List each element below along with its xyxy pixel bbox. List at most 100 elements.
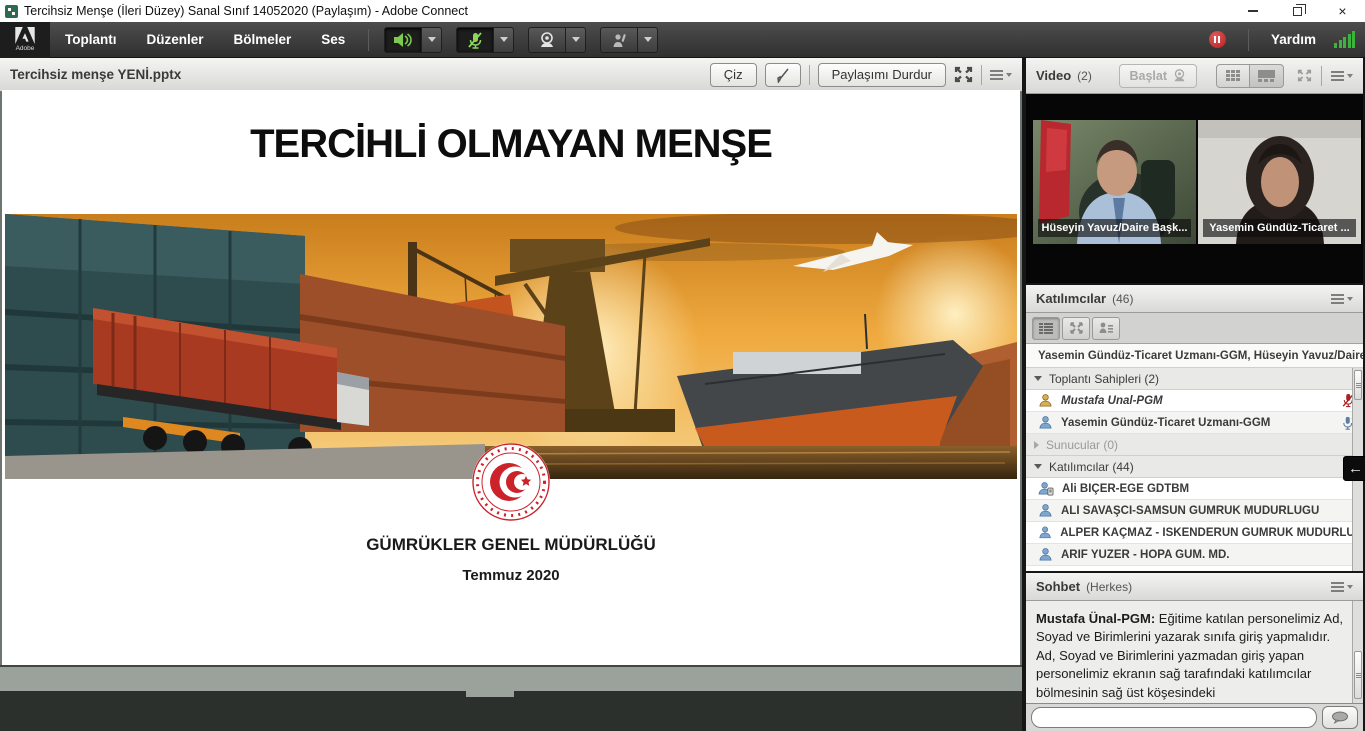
chat-bubble-icon: [1331, 711, 1349, 724]
fullscreen-icon[interactable]: [1297, 69, 1312, 82]
attendee-row[interactable]: ALPER KAÇMAZ - İSKENDERUN GÜMRÜK MÜDÜRLÜ…: [1026, 522, 1363, 544]
scrollbar-thumb[interactable]: [1354, 370, 1362, 400]
window-title: Tercihsiz Menşe (İleri Düzey) Sanal Sını…: [24, 4, 468, 18]
webcam-dropdown[interactable]: [566, 27, 586, 53]
share-pod-bottom-edge: [0, 691, 1022, 731]
recording-paused-indicator[interactable]: [1209, 31, 1226, 48]
microphone-muted-button[interactable]: [456, 27, 494, 53]
filmstrip-view-button[interactable]: [1250, 64, 1284, 88]
status-dropdown[interactable]: [638, 27, 658, 53]
start-webcam-label: Başlat: [1129, 69, 1167, 83]
minimize-icon: [1248, 10, 1258, 12]
webcam-icon: [538, 32, 556, 48]
close-icon: ×: [1338, 4, 1346, 18]
list-view-icon: [1039, 323, 1053, 334]
group-hosts[interactable]: Toplantı Sahipleri (2): [1026, 368, 1363, 390]
minimize-button[interactable]: [1230, 0, 1275, 22]
chat-scope: (Herkes): [1086, 580, 1132, 594]
connection-signal-icon[interactable]: [1334, 31, 1355, 48]
group-participants[interactable]: Katılımcılar (44): [1026, 456, 1363, 478]
toolbar-separator: [1321, 66, 1322, 86]
attendees-pod: Katılımcılar (46): [1026, 285, 1363, 571]
port-photo: [5, 214, 1017, 479]
menu-ses[interactable]: Ses: [306, 22, 360, 58]
speaker-button[interactable]: [384, 27, 422, 53]
chevron-down-icon: [644, 37, 652, 42]
webcam-button[interactable]: [528, 27, 566, 53]
pod-menu-icon: [1331, 294, 1344, 304]
chevron-down-icon: [572, 37, 580, 42]
attendees-toolbar: [1026, 313, 1363, 344]
menu-toplanti[interactable]: Toplantı: [50, 22, 132, 58]
chevron-down-icon: [1347, 585, 1353, 589]
attendee-name: Mustafa Ünal-PGM: [1061, 395, 1163, 407]
attendees-pod-title: Katılımcılar: [1036, 291, 1106, 306]
grid-view-icon: [1226, 70, 1241, 81]
participant-avatar-icon: [1038, 547, 1053, 562]
webcam-name-label: Hüseyin Yavuz/Daire Başk...: [1038, 219, 1191, 237]
grid-view-button[interactable]: [1216, 64, 1250, 88]
chat-send-button[interactable]: [1322, 706, 1358, 729]
start-webcam-button[interactable]: Başlat: [1119, 64, 1197, 88]
grip-icon: [1356, 673, 1361, 678]
fullscreen-button[interactable]: [954, 66, 973, 83]
share-document-title: Tercihsiz menşe YENİ.pptx: [10, 67, 181, 82]
attendees-pod-menu-button[interactable]: [1331, 294, 1353, 304]
breakout-view-button[interactable]: [1062, 317, 1090, 340]
status-button-group: [600, 27, 658, 53]
chat-messages: Mustafa Ünal-PGM: Eğitime katılan person…: [1026, 601, 1363, 703]
webcam-icon: [1172, 69, 1187, 82]
slide-date: Temmuz 2020: [2, 567, 1020, 584]
maximize-icon: [1293, 7, 1302, 16]
stop-sharing-button[interactable]: Paylaşımı Durdur: [818, 63, 946, 87]
menu-duzenler[interactable]: Düzenler: [132, 22, 219, 58]
pointer-button[interactable]: [765, 63, 801, 87]
speaker-icon: [393, 32, 413, 48]
chat-input[interactable]: [1031, 707, 1317, 728]
chat-scrollbar[interactable]: [1352, 601, 1363, 703]
attendees-pod-header: Katılımcılar (46): [1026, 285, 1363, 313]
attendee-list-view-button[interactable]: [1032, 317, 1060, 340]
presentation-slide: TERCİHLİ OLMAYAN MENŞE: [2, 90, 1020, 665]
maximize-button[interactable]: [1275, 0, 1320, 22]
chat-pod-title: Sohbet: [1036, 579, 1080, 594]
attendee-name: ALİ SAVAŞCI-SAMSUN GÜMRÜK MÜDÜRLÜĞÜ: [1061, 505, 1319, 517]
active-speakers-row: Yasemin Gündüz-Ticaret Uzmanı-GGM, Hüsey…: [1026, 344, 1363, 368]
chevron-down-icon: [1006, 73, 1012, 77]
video-pod-menu-button[interactable]: [1331, 71, 1353, 81]
webcam-feed-huseyin[interactable]: Hüseyin Yavuz/Daire Başk...: [1033, 120, 1196, 244]
participant-avatar-icon: [1038, 503, 1053, 518]
pod-menu-button[interactable]: [990, 70, 1012, 80]
grip-icon: [1356, 383, 1361, 388]
scrollbar-thumb[interactable]: [1354, 651, 1362, 699]
attendee-row[interactable]: Ali BİÇER-EGE GDTBM: [1026, 478, 1363, 500]
attendee-row[interactable]: Yasemin Gündüz-Ticaret Uzmanı-GGM: [1026, 412, 1363, 434]
menu-bolmeler[interactable]: Bölmeler: [219, 22, 307, 58]
speaker-dropdown[interactable]: [422, 27, 442, 53]
group-label: Sunucular (0): [1046, 438, 1118, 452]
raise-hand-button[interactable]: [600, 27, 638, 53]
collapsed-triangle-icon: [1034, 441, 1039, 449]
chat-pod-header: Sohbet (Herkes): [1026, 573, 1363, 601]
expand-triangle-icon: [1034, 376, 1042, 381]
close-button[interactable]: ×: [1320, 0, 1365, 22]
attendee-row[interactable]: Mustafa Ünal-PGM: [1026, 390, 1363, 412]
webcam-feed-yasemin[interactable]: Yasemin Gündüz-Ticaret ...: [1198, 120, 1361, 244]
chevron-down-icon: [500, 37, 508, 42]
group-presenters[interactable]: Sunucular (0): [1026, 434, 1363, 456]
control-strip-handle[interactable]: [466, 691, 514, 697]
menu-yardim[interactable]: Yardım: [1271, 22, 1316, 58]
webcam-name-label: Yasemin Gündüz-Ticaret ...: [1203, 219, 1356, 237]
menubar-separator: [368, 29, 369, 51]
collapse-panel-arrow[interactable]: ←: [1343, 456, 1365, 481]
breakout-view-icon: [1070, 322, 1083, 334]
attendee-row[interactable]: ARİF YÜZER - HOPA GÜM. MD.: [1026, 544, 1363, 566]
chat-pod-menu-button[interactable]: [1331, 582, 1353, 592]
pod-menu-icon: [990, 70, 1003, 80]
attendee-status-view-button[interactable]: [1092, 317, 1120, 340]
attendee-name: ARİF YÜZER - HOPA GÜM. MD.: [1061, 549, 1229, 561]
video-layout-toggle: [1216, 64, 1284, 88]
attendee-row[interactable]: ALİ SAVAŞCI-SAMSUN GÜMRÜK MÜDÜRLÜĞÜ: [1026, 500, 1363, 522]
draw-button[interactable]: Çiz: [710, 63, 757, 87]
microphone-dropdown[interactable]: [494, 27, 514, 53]
